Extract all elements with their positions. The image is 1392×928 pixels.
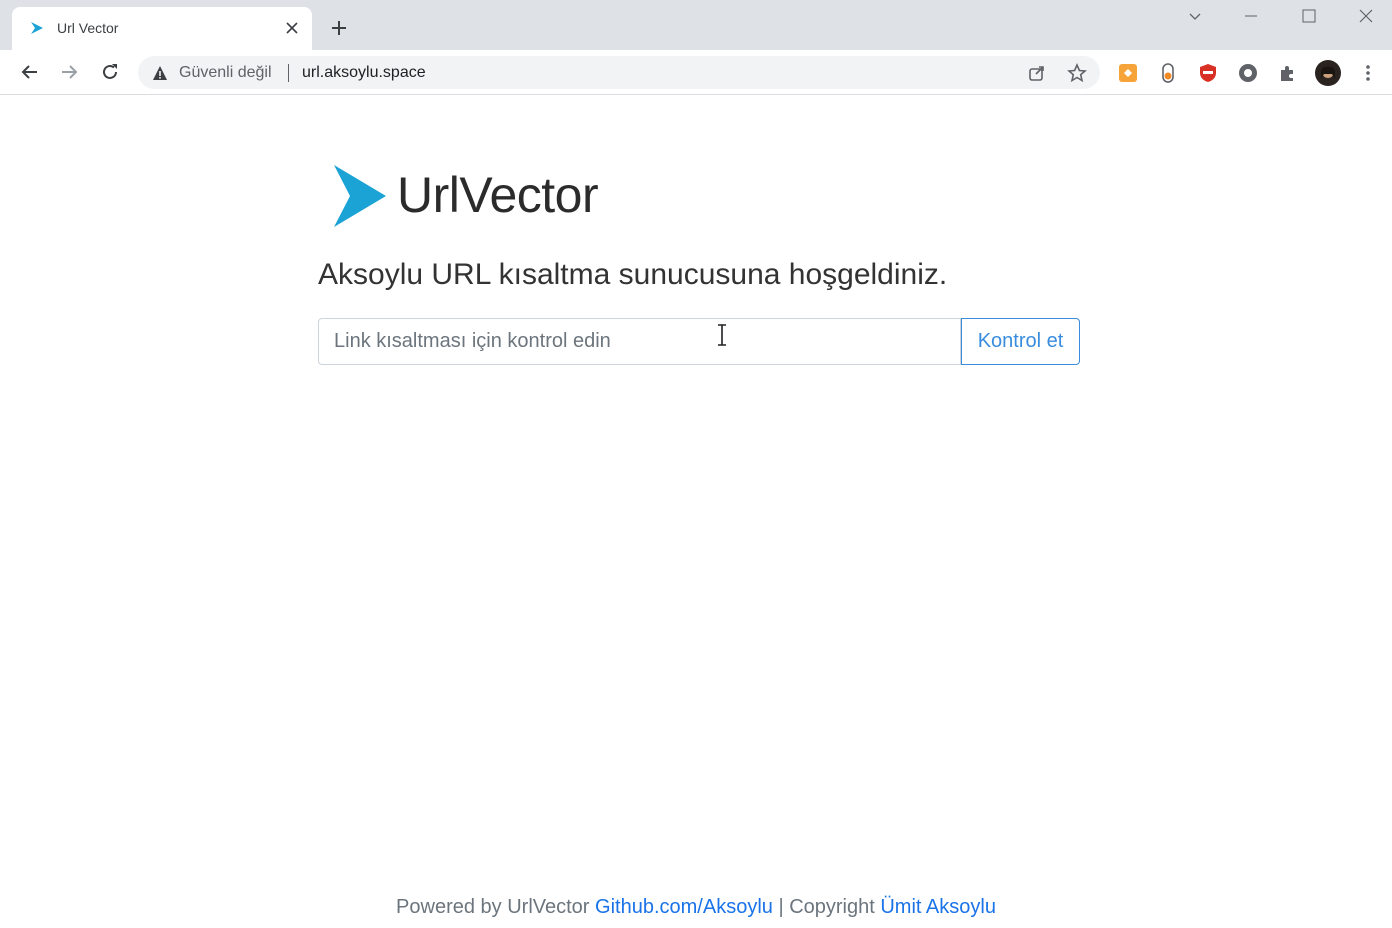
close-tab-icon[interactable] xyxy=(282,18,302,38)
star-icon xyxy=(1067,63,1087,83)
adblock-shield-icon xyxy=(1200,64,1216,82)
maximize-button[interactable] xyxy=(1286,0,1332,32)
back-button[interactable] xyxy=(17,59,43,85)
circle-extension-icon xyxy=(1239,64,1257,82)
bookmark-button[interactable] xyxy=(1066,62,1088,84)
reload-icon xyxy=(103,64,117,79)
share-icon xyxy=(1029,66,1044,81)
brand-title: UrlVector xyxy=(397,167,599,223)
welcome-heading: Aksoylu URL kısaltma sunucusuna hoşgeldi… xyxy=(318,258,948,291)
url-text[interactable]: url.aksoylu.space xyxy=(302,64,426,82)
browser-tab-active[interactable]: Url Vector xyxy=(12,7,312,50)
profile-avatar-button[interactable] xyxy=(1314,59,1342,87)
browser-title-bar: Url Vector xyxy=(0,0,1392,50)
browser-menu-button[interactable] xyxy=(1356,61,1380,85)
link-search-input[interactable] xyxy=(318,318,961,365)
forward-button[interactable] xyxy=(56,59,82,85)
footer-powered-text: Powered by UrlVector xyxy=(396,896,590,918)
page-footer: Powered by UrlVector Github.com/Aksoylu … xyxy=(0,896,1392,919)
warning-icon[interactable] xyxy=(152,65,168,81)
author-link[interactable]: Ümit Aksoylu xyxy=(880,896,996,918)
tab-search-button[interactable] xyxy=(1172,0,1218,32)
extension-2-button[interactable] xyxy=(1156,61,1180,85)
footer-copyright-text: | Copyright xyxy=(772,896,881,918)
reload-button[interactable] xyxy=(97,59,123,85)
urlvector-favicon-icon xyxy=(31,22,43,34)
chevron-down-icon xyxy=(1189,13,1201,20)
address-bar[interactable]: Güvenli değil url.aksoylu.space xyxy=(138,56,1100,89)
extensions-button[interactable] xyxy=(1276,61,1300,85)
urlvector-logo-icon xyxy=(334,165,386,227)
orange-extension-icon xyxy=(1119,64,1137,82)
new-tab-icon[interactable] xyxy=(328,17,350,39)
maximize-icon xyxy=(1302,9,1316,23)
avatar xyxy=(1315,60,1341,86)
close-window-button[interactable] xyxy=(1343,0,1389,32)
minimize-icon xyxy=(1245,15,1257,17)
share-button[interactable] xyxy=(1026,62,1048,84)
check-button[interactable]: Kontrol et xyxy=(961,318,1080,365)
toggle-extension-icon xyxy=(1162,63,1174,83)
address-separator xyxy=(288,64,289,82)
forward-arrow-icon xyxy=(62,65,78,79)
tab-title: Url Vector xyxy=(57,20,119,36)
extension-4-button[interactable] xyxy=(1236,61,1260,85)
menu-icon xyxy=(1366,65,1370,81)
browser-toolbar: Güvenli değil url.aksoylu.space xyxy=(0,50,1392,95)
text-cursor-icon xyxy=(718,324,726,346)
github-link[interactable]: Github.com/Aksoylu xyxy=(595,896,773,918)
security-status-label[interactable]: Güvenli değil xyxy=(179,64,272,82)
minimize-button[interactable] xyxy=(1228,0,1274,32)
extension-1-button[interactable] xyxy=(1116,61,1140,85)
extensions-icon xyxy=(1281,66,1293,81)
back-arrow-icon xyxy=(21,65,37,79)
close-icon xyxy=(1359,9,1373,23)
adblock-extension-button[interactable] xyxy=(1196,61,1220,85)
